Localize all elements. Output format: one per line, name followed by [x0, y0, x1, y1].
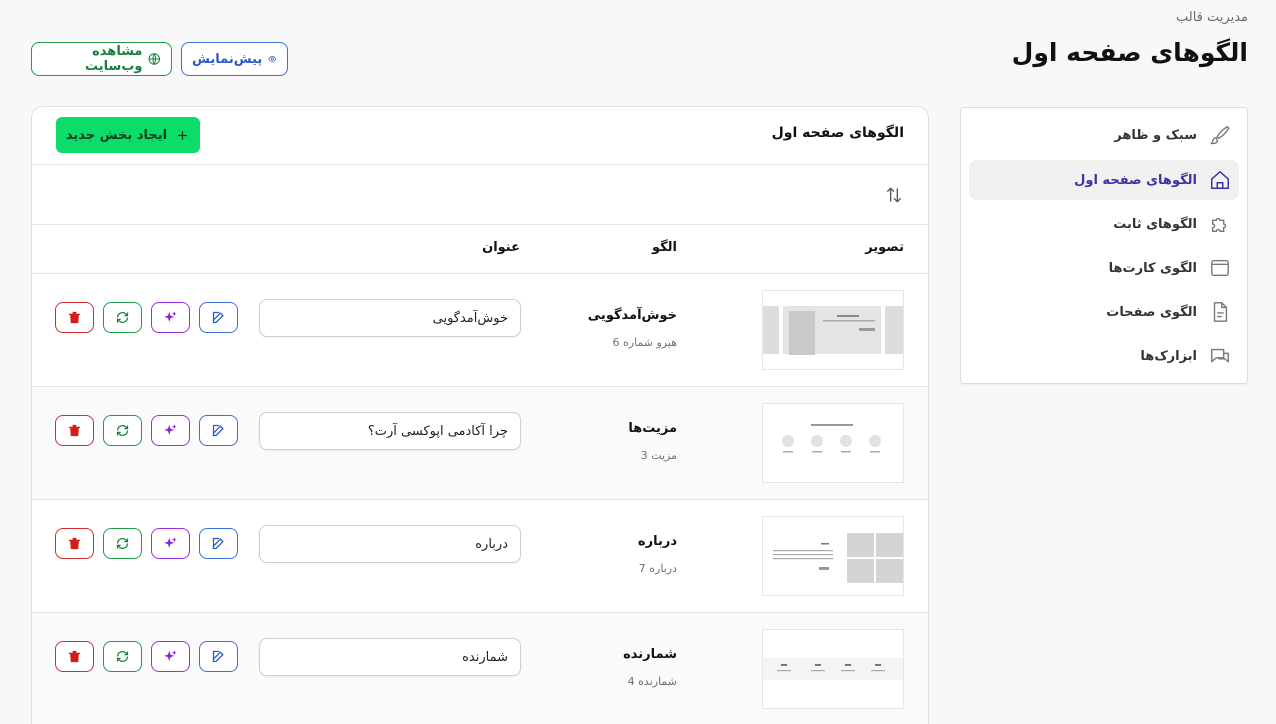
refresh-icon: [116, 651, 129, 662]
title-input[interactable]: خوش‌آمدگویی: [259, 299, 521, 337]
pattern-variant: شمارنده 4: [627, 675, 677, 688]
title-input[interactable]: چرا آکادمی اپوکسی آرت؟: [259, 412, 521, 450]
sidebar-item-label: الگوی کارت‌ها: [1108, 260, 1197, 276]
document-icon: [1213, 302, 1228, 322]
title-input[interactable]: درباره: [259, 525, 521, 563]
window-icon: [1211, 259, 1229, 277]
refresh-icon: [116, 538, 129, 549]
edit-icon: [212, 650, 224, 663]
edit-button[interactable]: [199, 641, 238, 672]
sidebar-item-label: الگوهای صفحه اول: [1074, 172, 1197, 188]
column-header-image: تصویر: [865, 240, 904, 255]
sync-button[interactable]: [103, 302, 142, 333]
sidebar-item-fixed-patterns[interactable]: الگوهای ثابت: [969, 204, 1239, 244]
magic-button[interactable]: [151, 302, 190, 333]
trash-icon: [68, 537, 81, 550]
new-section-label: ایجاد بخش جدید: [65, 127, 168, 143]
plus-icon: [178, 130, 187, 140]
pattern-variant: هیرو شماره 6: [612, 336, 678, 349]
new-section-button[interactable]: ایجاد بخش جدید: [56, 117, 200, 153]
edit-icon: [212, 311, 224, 324]
view-site-button[interactable]: مشاهده وب‌سایت: [31, 42, 172, 76]
edit-button[interactable]: [199, 528, 238, 559]
sparkles-icon: [164, 424, 177, 435]
edit-button[interactable]: [199, 415, 238, 446]
sidebar-item-card-patterns[interactable]: الگوی کارت‌ها: [969, 248, 1239, 288]
pattern-thumbnail: [762, 516, 904, 596]
sidebar-item-label: الگوهای ثابت: [1113, 216, 1197, 232]
delete-button[interactable]: [55, 415, 94, 446]
panel-title: الگوهای صفحه اول: [771, 125, 904, 141]
pattern-thumbnail: [762, 403, 904, 483]
edit-icon: [212, 424, 224, 437]
preview-label: پیش‌نمایش: [192, 51, 263, 67]
sparkles-icon: [164, 537, 177, 548]
sidebar-item-widgets[interactable]: ابزارک‌ها: [969, 336, 1239, 376]
globe-icon: [149, 53, 161, 65]
column-header-title: عنوان: [482, 240, 520, 255]
pattern-name: خوش‌آمدگویی: [587, 308, 677, 323]
eye-icon: [268, 56, 277, 62]
column-header-pattern: الگو: [651, 240, 677, 255]
sidebar-item-label: ابزارک‌ها: [1140, 348, 1197, 364]
sync-button[interactable]: [103, 641, 142, 672]
pattern-thumbnail: [762, 290, 904, 370]
page-title: الگوهای صفحه اول: [1011, 38, 1248, 67]
sidebar-item-label: سبک و ظاهر: [1114, 127, 1197, 143]
table-row: مزیت‌ها مزیت 3 چرا آکادمی اپوکسی آرت؟: [32, 386, 928, 499]
pattern-name: درباره: [637, 534, 677, 549]
sparkles-icon: [164, 650, 177, 661]
sync-button[interactable]: [103, 415, 142, 446]
patterns-panel: الگوهای صفحه اول ایجاد بخش جدید تصویر ال…: [31, 106, 929, 724]
view-site-label: مشاهده وب‌سایت: [85, 44, 143, 74]
title-input[interactable]: شمارنده: [259, 638, 521, 676]
table-row: شمارنده شمارنده 4 شمارنده: [32, 612, 928, 724]
pattern-thumbnail: [762, 629, 904, 709]
table-row: درباره درباره 7 درباره: [32, 499, 928, 612]
puzzle-icon: [1211, 217, 1227, 233]
sidebar: سبک و ظاهر الگوهای صفحه اول الگوهای ثابت…: [960, 107, 1248, 384]
sidebar-item-style[interactable]: سبک و ظاهر: [969, 115, 1239, 155]
edit-button[interactable]: [199, 302, 238, 333]
edit-icon: [212, 537, 224, 550]
refresh-icon: [116, 425, 129, 436]
sync-button[interactable]: [103, 528, 142, 559]
delete-button[interactable]: [55, 528, 94, 559]
delete-button[interactable]: [55, 302, 94, 333]
delete-button[interactable]: [55, 641, 94, 672]
magic-button[interactable]: [151, 641, 190, 672]
home-icon: [1211, 170, 1229, 189]
pattern-variant: درباره 7: [638, 562, 677, 575]
sort-icon[interactable]: [884, 185, 904, 205]
sidebar-item-home-patterns[interactable]: الگوهای صفحه اول: [969, 160, 1239, 200]
brush-icon: [1210, 125, 1230, 145]
preview-button[interactable]: پیش‌نمایش: [181, 42, 288, 76]
sparkles-icon: [164, 311, 177, 322]
trash-icon: [68, 311, 81, 324]
pattern-name: شمارنده: [623, 647, 677, 662]
pattern-name: مزیت‌ها: [628, 421, 677, 436]
sidebar-item-label: الگوی صفحات: [1106, 304, 1197, 320]
chat-icon: [1211, 348, 1229, 363]
magic-button[interactable]: [151, 528, 190, 559]
breadcrumb: مدیریت قالب: [1176, 10, 1248, 25]
sidebar-item-page-patterns[interactable]: الگوی صفحات: [969, 292, 1239, 332]
table-row: خوش‌آمدگویی هیرو شماره 6 خوش‌آمدگویی: [32, 273, 928, 386]
trash-icon: [68, 650, 81, 663]
refresh-icon: [116, 312, 129, 323]
magic-button[interactable]: [151, 415, 190, 446]
pattern-variant: مزیت 3: [640, 449, 677, 462]
trash-icon: [68, 424, 81, 437]
